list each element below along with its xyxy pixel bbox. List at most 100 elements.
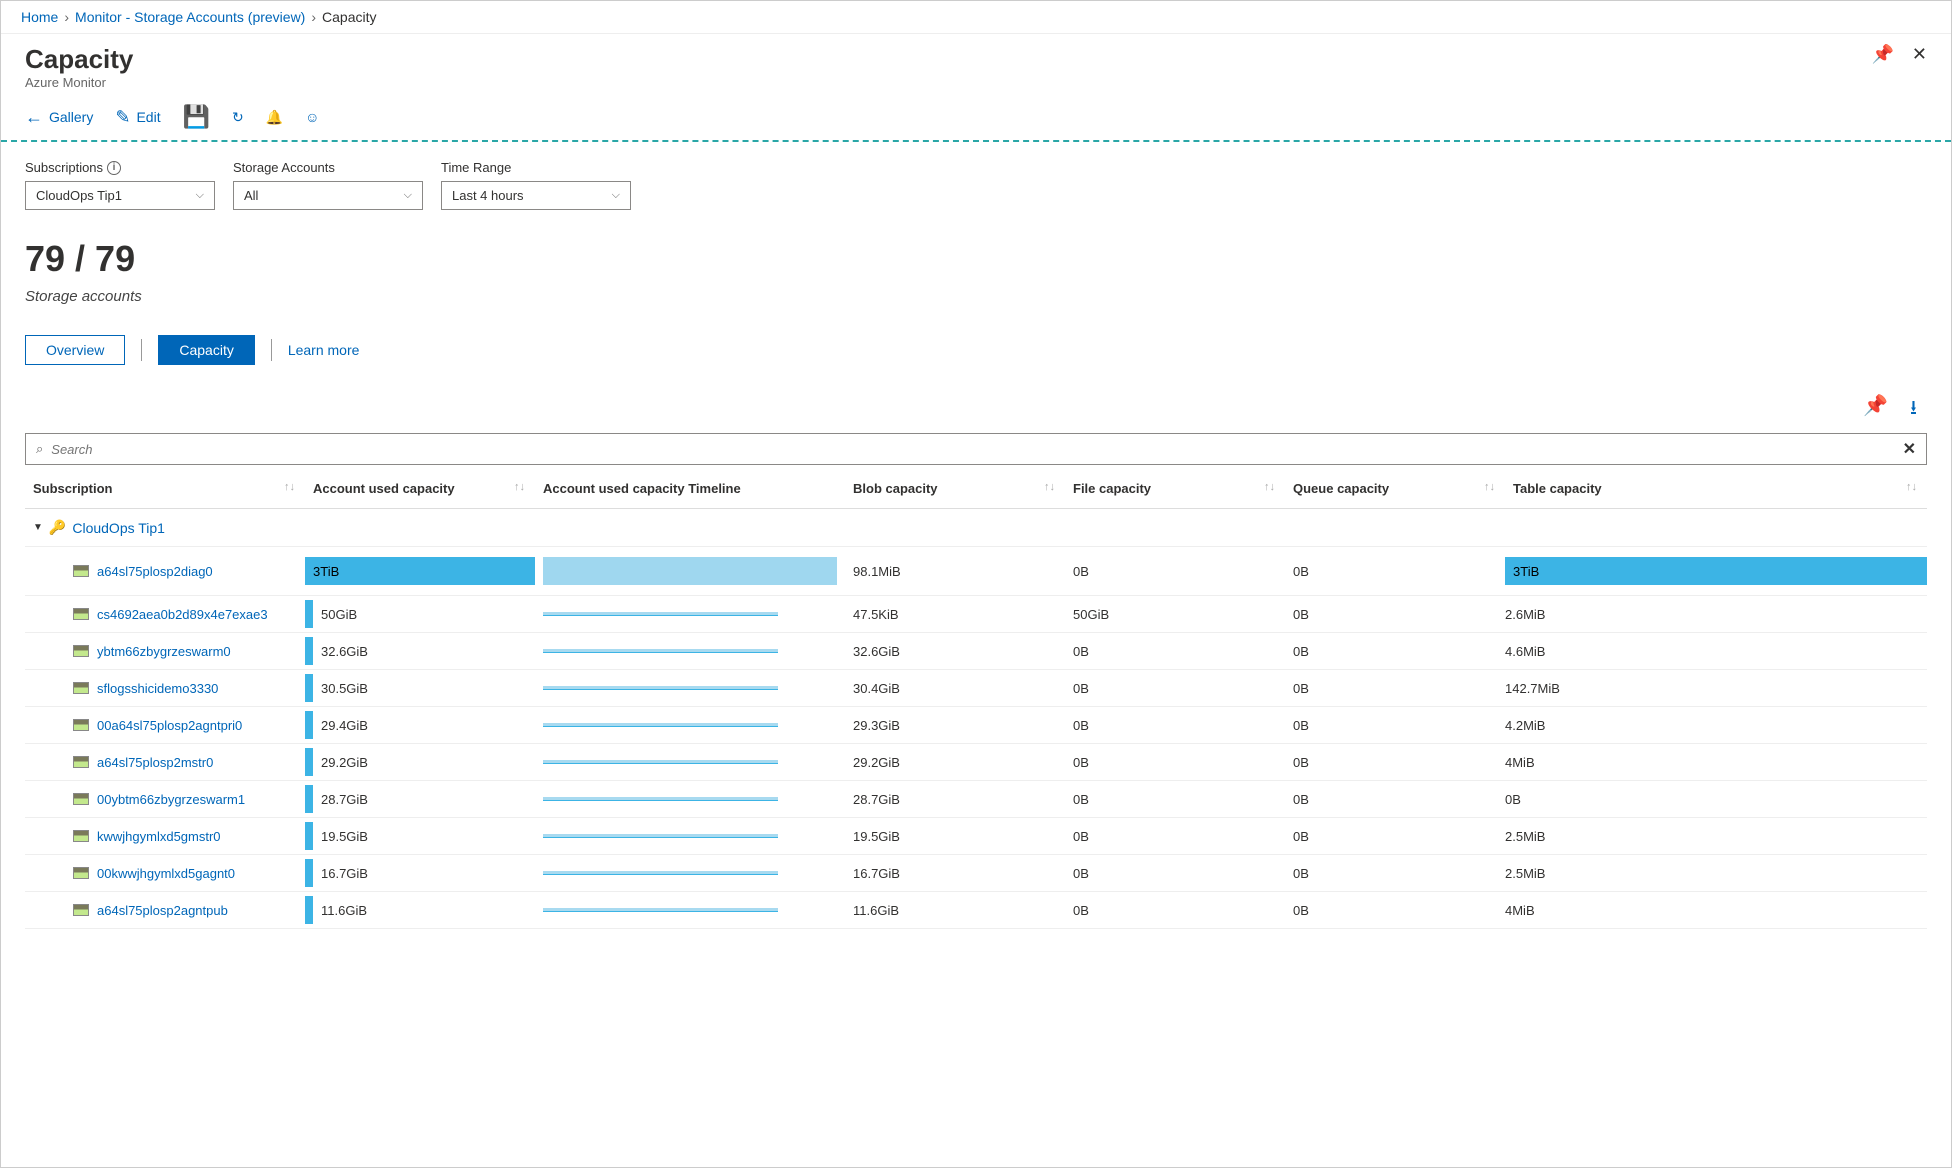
sort-icon: ↑↓ xyxy=(1044,481,1055,493)
smile-icon[interactable]: ☺ xyxy=(305,109,319,125)
table-row: ybtm66zbygrzeswarm032.6GiB32.6GiB0B0B4.6… xyxy=(25,633,1927,670)
col-table[interactable]: Table capacity↑↓ xyxy=(1505,469,1927,509)
count-value: 79 / 79 xyxy=(25,238,1927,280)
queue-capacity-cell: 0B xyxy=(1285,818,1505,855)
timeline-sparkline xyxy=(543,612,778,616)
used-capacity-bar: 11.6GiB xyxy=(305,896,535,924)
edit-button[interactable]: ✎ Edit xyxy=(115,107,160,128)
table-row: a64sl75plosp2agntpub11.6GiB11.6GiB0B0B4M… xyxy=(25,892,1927,929)
storage-accounts-select[interactable]: All ⌵ xyxy=(233,181,423,210)
storage-account-icon xyxy=(73,793,89,805)
storage-account-link[interactable]: sflogsshicidemo3330 xyxy=(97,681,218,696)
storage-account-link[interactable]: a64sl75plosp2agntpub xyxy=(97,903,228,918)
queue-capacity-cell: 0B xyxy=(1285,892,1505,929)
time-range-label: Time Range xyxy=(441,160,631,175)
storage-account-link[interactable]: kwwjhgymlxd5gmstr0 xyxy=(97,829,221,844)
used-capacity-bar: 29.2GiB xyxy=(305,748,535,776)
tab-capacity[interactable]: Capacity xyxy=(158,335,254,365)
divider xyxy=(271,339,272,361)
search-bar: ⌕ ✕ xyxy=(25,433,1927,465)
key-icon: 🔑 xyxy=(49,519,66,536)
table-row: a64sl75plosp2diag03TiB98.1MiB0B0B3TiB xyxy=(25,547,1927,596)
file-capacity-cell: 0B xyxy=(1065,818,1285,855)
queue-capacity-cell: 0B xyxy=(1285,707,1505,744)
storage-account-link[interactable]: 00ybtm66zbygrzeswarm1 xyxy=(97,792,245,807)
storage-account-link[interactable]: a64sl75plosp2diag0 xyxy=(97,564,213,579)
blob-capacity-cell: 98.1MiB xyxy=(845,547,1065,596)
file-capacity-cell: 0B xyxy=(1065,707,1285,744)
pin-icon[interactable]: 📌 xyxy=(1871,44,1893,65)
storage-account-link[interactable]: cs4692aea0b2d89x4e7exae3 xyxy=(97,607,268,622)
time-range-select[interactable]: Last 4 hours ⌵ xyxy=(441,181,631,210)
count-caption: Storage accounts xyxy=(25,288,1927,305)
subscriptions-label: Subscriptions xyxy=(25,160,103,175)
blob-capacity-cell: 16.7GiB xyxy=(845,855,1065,892)
used-capacity-bar: 32.6GiB xyxy=(305,637,535,665)
refresh-icon[interactable]: ↻ xyxy=(232,109,244,126)
file-capacity-cell: 0B xyxy=(1065,892,1285,929)
sort-icon: ↑↓ xyxy=(1906,481,1917,493)
blob-capacity-cell: 29.3GiB xyxy=(845,707,1065,744)
storage-account-icon xyxy=(73,565,89,577)
storage-account-link[interactable]: a64sl75plosp2mstr0 xyxy=(97,755,213,770)
table-capacity-bar: 2.5MiB xyxy=(1505,866,1927,881)
storage-account-icon xyxy=(73,682,89,694)
used-capacity-bar: 29.4GiB xyxy=(305,711,535,739)
storage-account-icon xyxy=(73,867,89,879)
page-title: Capacity xyxy=(25,44,133,75)
sort-icon: ↑↓ xyxy=(284,481,295,493)
col-account-used[interactable]: Account used capacity↑↓ xyxy=(305,469,535,509)
breadcrumb-current: Capacity xyxy=(322,9,376,25)
table-capacity-bar: 4MiB xyxy=(1505,903,1927,918)
timeline-sparkline xyxy=(543,871,778,875)
info-icon[interactable]: i xyxy=(107,161,121,175)
table-capacity-bar: 0B xyxy=(1505,792,1927,807)
group-row[interactable]: ▼ 🔑 CloudOps Tip1 xyxy=(25,509,1927,547)
used-capacity-bar: 30.5GiB xyxy=(305,674,535,702)
file-capacity-cell: 50GiB xyxy=(1065,596,1285,633)
pencil-icon: ✎ xyxy=(115,107,130,128)
tab-overview[interactable]: Overview xyxy=(25,335,125,365)
storage-account-icon xyxy=(73,904,89,916)
table-capacity-bar: 2.6MiB xyxy=(1505,607,1927,622)
close-icon[interactable]: ✕ xyxy=(1912,44,1927,65)
bell-icon[interactable]: 🔔 xyxy=(266,109,283,126)
table-row: kwwjhgymlxd5gmstr019.5GiB19.5GiB0B0B2.5M… xyxy=(25,818,1927,855)
col-file[interactable]: File capacity↑↓ xyxy=(1065,469,1285,509)
gallery-button[interactable]: ← Gallery xyxy=(25,107,93,128)
page-subtitle: Azure Monitor xyxy=(25,75,133,90)
queue-capacity-cell: 0B xyxy=(1285,744,1505,781)
clear-search-icon[interactable]: ✕ xyxy=(1903,439,1916,459)
timeline-sparkline xyxy=(543,834,778,838)
subscriptions-select[interactable]: CloudOps Tip1 ⌵ xyxy=(25,181,215,210)
storage-account-icon xyxy=(73,830,89,842)
blob-capacity-cell: 28.7GiB xyxy=(845,781,1065,818)
storage-account-link[interactable]: ybtm66zbygrzeswarm0 xyxy=(97,644,231,659)
blob-capacity-cell: 11.6GiB xyxy=(845,892,1065,929)
col-subscription[interactable]: Subscription↑↓ xyxy=(25,469,305,509)
queue-capacity-cell: 0B xyxy=(1285,633,1505,670)
search-input[interactable] xyxy=(51,442,1894,457)
col-blob[interactable]: Blob capacity↑↓ xyxy=(845,469,1065,509)
table-capacity-bar: 4.2MiB xyxy=(1505,718,1927,733)
search-icon: ⌕ xyxy=(36,441,43,457)
queue-capacity-cell: 0B xyxy=(1285,596,1505,633)
chevron-down-icon: ⌵ xyxy=(612,189,620,202)
timeline-sparkline xyxy=(543,797,778,801)
breadcrumb-home[interactable]: Home xyxy=(21,9,58,25)
storage-account-link[interactable]: 00a64sl75plosp2agntpri0 xyxy=(97,718,242,733)
queue-capacity-cell: 0B xyxy=(1285,781,1505,818)
breadcrumb-monitor[interactable]: Monitor - Storage Accounts (preview) xyxy=(75,9,305,25)
col-queue[interactable]: Queue capacity↑↓ xyxy=(1285,469,1505,509)
download-icon[interactable]: ⭳ xyxy=(1910,393,1917,427)
file-capacity-cell: 0B xyxy=(1065,547,1285,596)
storage-account-icon xyxy=(73,608,89,620)
learn-more-link[interactable]: Learn more xyxy=(288,342,360,358)
storage-account-icon xyxy=(73,756,89,768)
col-timeline[interactable]: Account used capacity Timeline xyxy=(535,469,845,509)
save-icon[interactable]: 💾 xyxy=(183,104,210,130)
storage-account-link[interactable]: 00kwwjhgymlxd5gagnt0 xyxy=(97,866,235,881)
file-capacity-cell: 0B xyxy=(1065,670,1285,707)
pin-chart-icon[interactable]: 📌 xyxy=(1863,393,1888,427)
table-row: sflogsshicidemo333030.5GiB30.4GiB0B0B142… xyxy=(25,670,1927,707)
